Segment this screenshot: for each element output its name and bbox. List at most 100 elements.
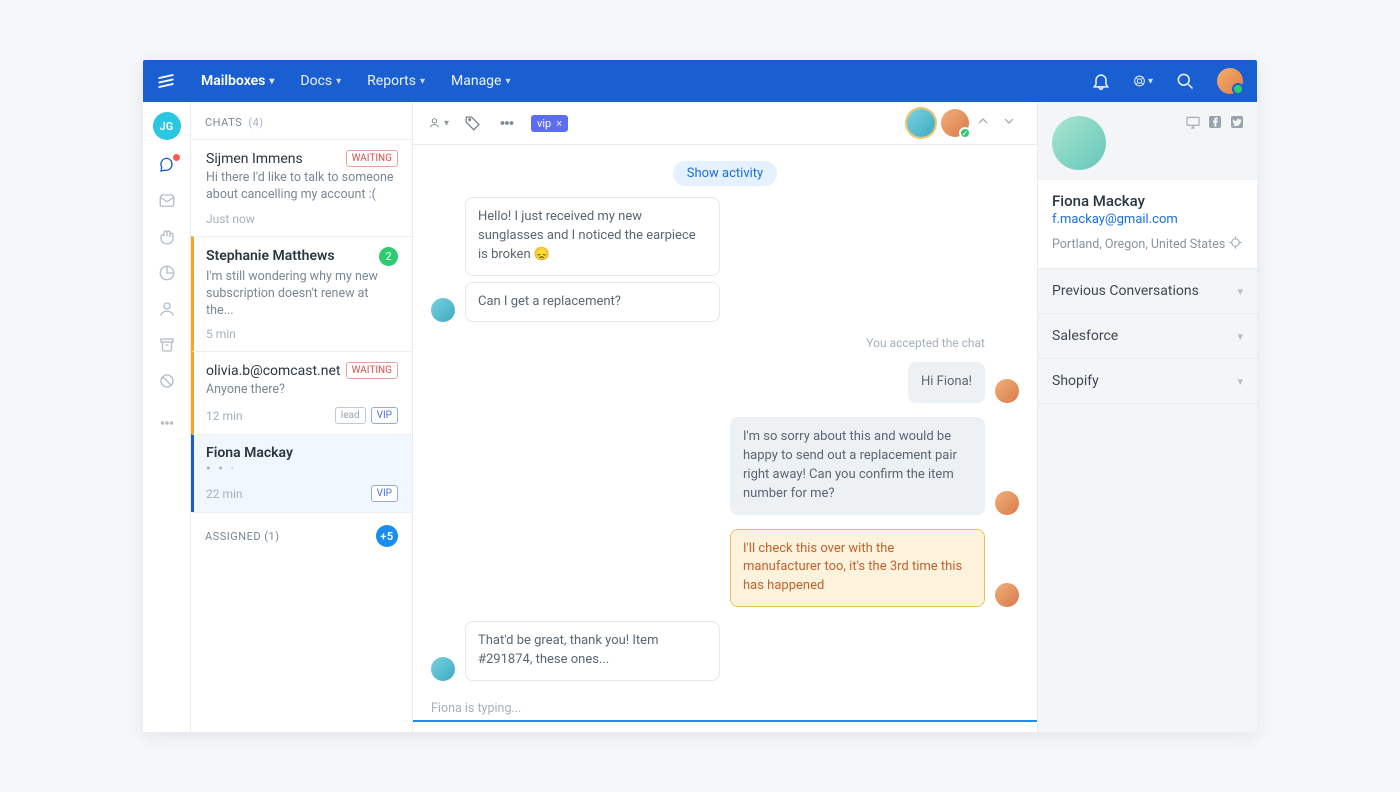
customer-avatar [431,657,455,681]
customer-email[interactable]: f.mackay@gmail.com [1052,212,1243,227]
unread-badge: 2 [379,247,398,266]
participant-avatar[interactable]: ✓ [941,109,969,137]
customer-large-avatar[interactable] [1052,116,1106,170]
conversation-item[interactable]: Sijmen Immens WAITING Hi there I'd like … [191,139,412,236]
inbox-rail-icon[interactable] [156,190,178,212]
nav-reports[interactable]: Reports ▾ [367,73,425,89]
chart-rail-icon[interactable] [156,262,178,284]
system-line: You accepted the chat [431,336,1019,350]
section-label: Salesforce [1052,328,1118,344]
search-icon[interactable] [1175,71,1195,91]
conversation-pane: ▾ vip × ✓ Show activity [413,102,1037,732]
prev-conversation-icon[interactable] [975,113,995,133]
nav-docs[interactable]: Docs▾ [300,73,341,89]
customer-header [1038,102,1257,180]
chevron-down-icon: ▾ [336,76,341,87]
chevron-down-icon: ▾ [1237,330,1243,343]
section-label: Shopify [1052,373,1099,389]
waiting-pill: WAITING [346,150,398,167]
location-target-icon[interactable] [1228,235,1243,254]
section-label: Previous Conversations [1052,283,1199,299]
workspace-avatar[interactable]: JG [153,112,181,140]
message-bubble: Hello! I just received my new sunglasses… [465,197,720,276]
conv-name: Sijmen Immens [206,151,303,167]
conv-snippet: Anyone there? [206,382,398,399]
more-rail-icon[interactable] [156,412,178,434]
current-user-avatar[interactable] [1217,68,1243,94]
chevron-down-icon: ▾ [444,118,449,129]
conv-name: olivia.b@comcast.net [206,363,340,379]
typing-indicator: Fiona is typing... [413,695,1037,720]
assigned-more-badge[interactable]: +5 [376,525,398,547]
customer-card: Fiona Mackay f.mackay@gmail.com Portland… [1038,180,1257,269]
nav-mailboxes-label: Mailboxes [201,73,265,89]
tag-icon[interactable] [463,113,483,133]
customer-name: Fiona Mackay [1052,192,1243,210]
icon-rail: JG [143,102,191,732]
assigned-label: ASSIGNED [205,530,261,543]
twitter-icon[interactable] [1229,114,1245,134]
check-icon: ✓ [959,127,971,139]
monitor-icon[interactable] [1185,114,1201,134]
facebook-icon[interactable] [1207,114,1223,134]
next-conversation-icon[interactable] [1001,113,1021,133]
chevron-down-icon: ▾ [1148,76,1153,87]
nav-reports-label: Reports [367,73,416,89]
panel-section-shopify[interactable]: Shopify ▾ [1038,359,1257,404]
vip-tag-label: vip [537,117,551,130]
chat-list-header: CHATS (4) [191,102,412,139]
nav-right: ▾ [1091,68,1243,94]
brand-logo[interactable] [157,72,175,90]
agent-avatar [995,583,1019,607]
notification-dot [173,154,180,161]
message-bubble: Can I get a replacement? [465,282,720,323]
customer-avatar [431,298,455,322]
social-icons [1185,114,1245,134]
message-thread[interactable]: Show activity Hello! I just received my … [413,145,1037,695]
customer-location: Portland, Oregon, United States [1052,237,1225,252]
blocked-rail-icon[interactable] [156,370,178,392]
main-content: JG CHATS (4) Sijmen Immens [143,102,1257,732]
chats-count: (4) [248,116,263,129]
message-bubble: I'm so sorry about this and would be hap… [730,417,985,514]
assigned-header[interactable]: ASSIGNED (1) +5 [191,512,412,559]
nav-mailboxes[interactable]: Mailboxes ▾ [201,73,274,89]
chats-label: CHATS [205,116,242,129]
more-icon[interactable] [497,113,517,133]
close-icon[interactable]: × [556,117,562,130]
hand-rail-icon[interactable] [156,226,178,248]
chevron-down-icon: ▾ [1237,375,1243,388]
participant-avatar[interactable] [907,109,935,137]
show-activity-button[interactable]: Show activity [431,165,1019,181]
agent-avatar [995,491,1019,515]
archive-rail-icon[interactable] [156,334,178,356]
message-bubble: That'd be great, thank you! Item #291874… [465,621,720,681]
panel-section-salesforce[interactable]: Salesforce ▾ [1038,314,1257,359]
assignee-icon[interactable]: ▾ [429,113,449,133]
lifebuoy-icon[interactable]: ▾ [1133,71,1153,91]
top-nav: Mailboxes ▾ Docs▾ Reports ▾ Manage▾ ▾ [143,60,1257,102]
person-rail-icon[interactable] [156,298,178,320]
panel-section-previous[interactable]: Previous Conversations▾ [1038,269,1257,314]
compose-area: ••• [413,720,1037,732]
conv-time: 22 min [206,487,243,501]
conversation-item[interactable]: olivia.b@comcast.net WAITING Anyone ther… [191,351,412,434]
agent-avatar [995,379,1019,403]
chevron-down-icon: ▾ [269,76,274,87]
conv-snippet: I'm still wondering why my new subscript… [206,269,398,320]
conv-time: 12 min [206,409,243,423]
vip-pill: VIP [371,407,398,424]
chevron-down-icon: ▾ [505,76,510,87]
app-window: Mailboxes ▾ Docs▾ Reports ▾ Manage▾ ▾ JG [143,60,1257,732]
customer-panel: Fiona Mackay f.mackay@gmail.com Portland… [1037,102,1257,732]
bell-icon[interactable] [1091,71,1111,91]
chevron-down-icon: ▾ [420,76,425,87]
conversation-item[interactable]: Stephanie Matthews 2 I'm still wondering… [191,236,412,352]
vip-tag-chip[interactable]: vip × [531,115,568,132]
conversation-item-active[interactable]: Fiona Mackay • • · 22 min VIP [191,434,412,512]
nav-manage[interactable]: Manage▾ [451,73,511,89]
chat-rail-icon[interactable] [156,154,178,176]
note-bubble: I'll check this over with the manufactur… [730,529,985,608]
lead-pill: lead [335,407,366,424]
conv-time: 5 min [206,327,236,341]
